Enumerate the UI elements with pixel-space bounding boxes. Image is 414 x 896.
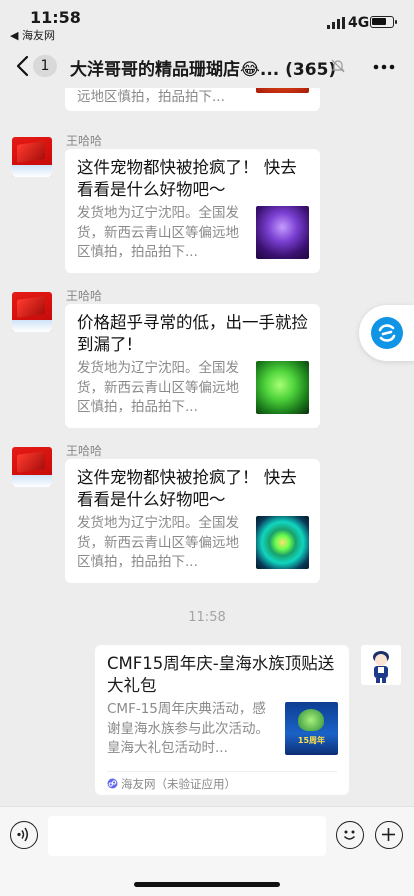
home-indicator[interactable] bbox=[134, 882, 280, 887]
status-bar: 11:58 ◀ 海友网 4G bbox=[0, 0, 414, 44]
emoji-icon[interactable] bbox=[336, 821, 364, 849]
voice-icon[interactable] bbox=[10, 821, 38, 849]
sender-name: 王哈哈 bbox=[66, 134, 103, 148]
float-window-icon bbox=[371, 317, 403, 349]
card-thumbnail bbox=[256, 361, 309, 414]
link-card[interactable]: 价格超乎寻常的低，出一手就捡到漏了! 发货地为辽宁沈阳。全国发货，新西云青山区等… bbox=[65, 304, 320, 428]
card-title: 价格超乎寻常的低，出一手就捡到漏了! bbox=[77, 313, 308, 354]
mini-program-icon bbox=[107, 778, 118, 789]
card-desc: 发货地为辽宁沈阳。全国发货，新西云青山区等偏远地区慎拍，拍品拍下... bbox=[77, 515, 239, 570]
network-type: 4G bbox=[348, 15, 370, 31]
link-card[interactable]: 这件宠物都快被抢疯了！ 快去看看是什么好物吧～ 发货地为辽宁沈阳。全国发货，新西… bbox=[65, 459, 320, 583]
floating-window-button[interactable] bbox=[359, 305, 414, 361]
card-thumbnail bbox=[256, 88, 309, 93]
battery-icon bbox=[370, 16, 397, 28]
signal-icon bbox=[327, 17, 345, 29]
anniversary-badge: 15周年 bbox=[297, 736, 326, 745]
avatar[interactable] bbox=[12, 447, 52, 487]
chat-area[interactable]: 远地区慎拍，拍品拍下... 王哈哈 这件宠物都快被抢疯了！ 快去看看是什么好物吧… bbox=[0, 88, 414, 806]
chat-title: 大洋哥哥的精品珊瑚店😂... (365) bbox=[70, 60, 337, 80]
message-input[interactable] bbox=[48, 816, 326, 856]
card-thumbnail bbox=[256, 516, 309, 569]
mini-program-desc: CMF-15周年庆典活动，感谢皇海水族参与此次活动。皇海大礼包活动时... bbox=[107, 701, 269, 756]
robot-mascot-icon bbox=[361, 645, 401, 685]
mini-program-card[interactable]: CMF15周年庆-皇海水族顶贴送大礼包 CMF-15周年庆典活动，感谢皇海水族参… bbox=[95, 645, 349, 795]
back-to-app-link[interactable]: ◀ 海友网 bbox=[10, 27, 55, 43]
chat-header: 1 大洋哥哥的精品珊瑚店😂... (365) bbox=[0, 44, 414, 88]
divider bbox=[107, 771, 337, 772]
avatar[interactable] bbox=[12, 292, 52, 332]
avatar[interactable] bbox=[361, 645, 401, 685]
unread-count-badge[interactable]: 1 bbox=[33, 55, 57, 77]
card-desc: 发货地为辽宁沈阳。全国发货，新西云青山区等偏远地区慎拍，拍品拍下... bbox=[77, 360, 239, 415]
status-time: 11:58 bbox=[30, 8, 81, 27]
battery-fill bbox=[372, 18, 386, 25]
link-card[interactable]: 远地区慎拍，拍品拍下... bbox=[65, 88, 320, 111]
card-desc: 发货地为辽宁沈阳。全国发货，新西云青山区等偏远地区慎拍，拍品拍下... bbox=[77, 205, 239, 260]
sender-name: 王哈哈 bbox=[66, 444, 103, 458]
more-dots-icon[interactable] bbox=[373, 64, 395, 70]
card-thumbnail bbox=[256, 206, 309, 259]
avatar[interactable] bbox=[12, 137, 52, 177]
sender-name: 王哈哈 bbox=[66, 289, 103, 303]
mini-program-source: 海友网（未验证应用） bbox=[121, 777, 236, 791]
chevron-left-icon[interactable] bbox=[12, 54, 34, 78]
message-timestamp: 11:58 bbox=[188, 610, 226, 625]
card-title: 这件宠物都快被抢疯了！ 快去看看是什么好物吧～ bbox=[77, 158, 297, 199]
card-desc: 远地区慎拍，拍品拍下... bbox=[77, 89, 225, 105]
coral-logo-icon bbox=[298, 709, 324, 731]
bell-slash-icon bbox=[331, 59, 345, 73]
plus-icon[interactable] bbox=[375, 821, 403, 849]
link-card[interactable]: 这件宠物都快被抢疯了！ 快去看看是什么好物吧～ 发货地为辽宁沈阳。全国发货，新西… bbox=[65, 149, 320, 273]
card-title: 这件宠物都快被抢疯了！ 快去看看是什么好物吧～ bbox=[77, 468, 297, 509]
mini-program-thumbnail: 15周年 bbox=[285, 702, 338, 755]
mini-program-title: CMF15周年庆-皇海水族顶贴送大礼包 bbox=[107, 654, 335, 695]
